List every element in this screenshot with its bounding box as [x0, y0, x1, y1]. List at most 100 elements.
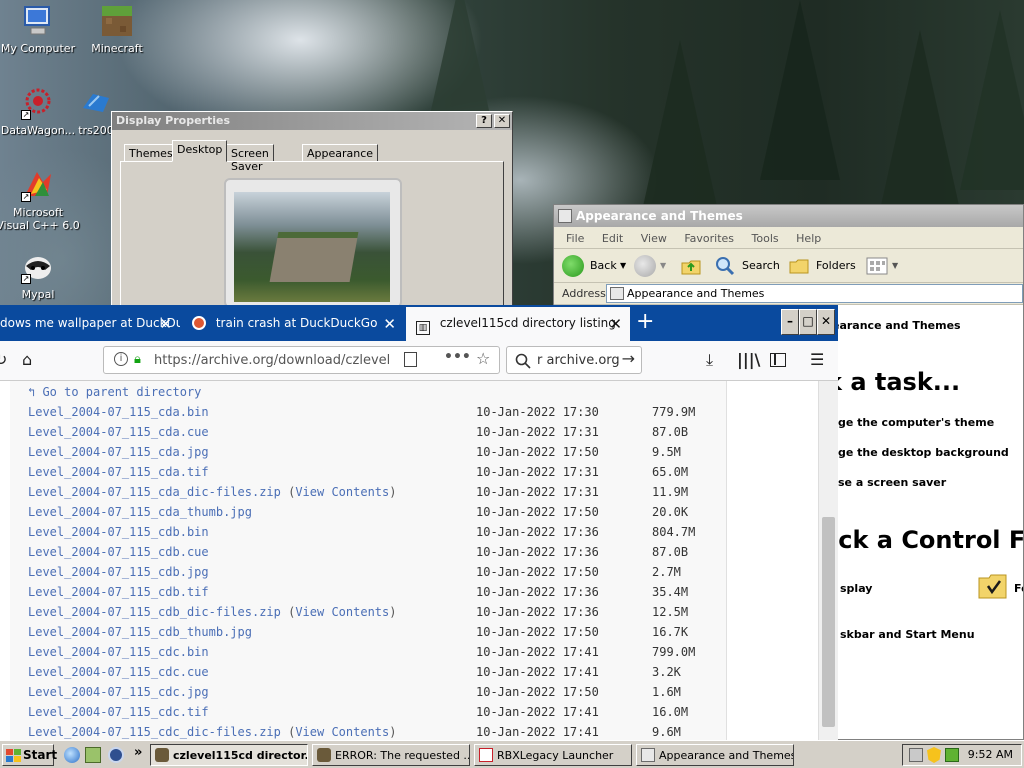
new-tab-button[interactable]: +: [636, 309, 654, 334]
file-link[interactable]: Level_2004-07_115_cdb.jpg: [28, 565, 209, 579]
file-link[interactable]: Level_2004-07_115_cdb.bin: [28, 525, 209, 539]
view-contents-link[interactable]: View Contents: [295, 605, 389, 619]
file-link[interactable]: Level_2004-07_115_cda.bin: [28, 405, 209, 419]
downloads-icon[interactable]: ⤓: [706, 350, 713, 370]
tab-czlevel-directory[interactable]: ▥ czlevel115cd directory listing ✕: [406, 307, 630, 341]
tab-close-icon[interactable]: ✕: [159, 315, 172, 333]
security-shield-icon[interactable]: [927, 747, 941, 763]
file-link[interactable]: Level_2004-07_115_cda.jpg: [28, 445, 209, 459]
file-link[interactable]: Level_2004-07_115_cdc.bin: [28, 645, 209, 659]
search-go-arrow-icon[interactable]: →: [622, 349, 635, 368]
minimize-button[interactable]: –: [781, 309, 799, 335]
reader-view-icon[interactable]: [404, 352, 417, 367]
search-input[interactable]: r archive.org →: [506, 346, 642, 374]
tab-screen-saver[interactable]: Screen Saver: [226, 144, 274, 173]
forward-button[interactable]: ▼: [634, 255, 666, 277]
task-link-background[interactable]: ge the desktop background: [838, 446, 1009, 459]
quicklaunch-more-button[interactable]: »: [134, 745, 142, 760]
cp-item-taskbar[interactable]: skbar and Start Menu: [840, 628, 975, 641]
menu-favorites[interactable]: Favorites: [684, 232, 734, 245]
cp-item-fonts-label[interactable]: Fo: [1014, 582, 1023, 595]
cp-item-fonts[interactable]: [978, 572, 1008, 600]
desktop-icon-mypal[interactable]: ↗ Mypal: [0, 250, 80, 301]
url-bar[interactable]: i 🔒︎ https://archive.org/download/czleve…: [103, 346, 500, 374]
maximize-button[interactable]: □: [799, 309, 817, 335]
file-link[interactable]: Level_2004-07_115_cdb_dic-files.zip: [28, 605, 281, 619]
page-actions-icon[interactable]: •••: [444, 349, 471, 365]
sidebar-toggle-icon[interactable]: [770, 353, 786, 367]
explorer-titlebar[interactable]: Appearance and Themes: [554, 205, 1023, 227]
file-link[interactable]: Level_2004-07_115_cdb_thumb.jpg: [28, 625, 252, 639]
file-link[interactable]: Level_2004-07_115_cda.cue: [28, 425, 209, 439]
file-link[interactable]: Level_2004-07_115_cdb.cue: [28, 545, 209, 559]
bookmark-star-icon[interactable]: ☆: [476, 349, 490, 368]
paren-open: (: [280, 485, 296, 499]
explorer-toolbar: Back ▼ ▼ Search Folders ▼: [554, 249, 1023, 283]
file-link[interactable]: Level_2004-07_115_cda_dic-files.zip: [28, 485, 281, 499]
tab-close-icon[interactable]: ✕: [383, 315, 396, 333]
cp-item-display[interactable]: splay: [840, 582, 872, 595]
file-row: Level_2004-07_115_cdb.tif 10-Jan-2022 17:…: [28, 582, 688, 602]
display-properties-titlebar[interactable]: Display Properties ? ✕: [112, 112, 512, 130]
clock[interactable]: 9:52 AM: [968, 748, 1013, 761]
file-link[interactable]: Level_2004-07_115_cdc.jpg: [28, 685, 209, 699]
show-desktop-icon[interactable]: [85, 747, 101, 763]
file-row: Level_2004-07_115_cda.jpg 10-Jan-2022 17:…: [28, 442, 681, 462]
file-link[interactable]: Level_2004-07_115_cda_thumb.jpg: [28, 505, 252, 519]
desktop-icon-label: Mypal: [21, 288, 55, 301]
file-link[interactable]: Level_2004-07_115_cda.tif: [28, 465, 209, 479]
search-button[interactable]: Search: [714, 255, 780, 277]
views-button[interactable]: ▼: [866, 255, 900, 277]
view-contents-link[interactable]: View Contents: [295, 485, 389, 499]
media-player-icon[interactable]: [108, 747, 124, 763]
close-button[interactable]: ✕: [817, 309, 835, 335]
task-link-screensaver[interactable]: se a screen saver: [838, 476, 946, 489]
task-link-theme[interactable]: ge the computer's theme: [838, 416, 994, 429]
task-rbxlegacy[interactable]: RBXLegacy Launcher: [474, 744, 632, 766]
file-link[interactable]: Level_2004-07_115_cdc.cue: [28, 665, 209, 679]
tab-train-crash[interactable]: train crash at DuckDuckGo ✕: [182, 307, 404, 341]
mypal-icon: ↗: [21, 250, 55, 284]
help-button[interactable]: ?: [476, 114, 492, 128]
file-link[interactable]: Level_2004-07_115_cdc.tif: [28, 705, 209, 719]
tab-desktop[interactable]: Desktop: [172, 140, 228, 162]
scrollbar-thumb[interactable]: [822, 517, 835, 727]
internet-explorer-icon[interactable]: [64, 747, 80, 763]
menu-help[interactable]: Help: [796, 232, 821, 245]
parent-directory-link[interactable]: ↰ Go to parent directory: [28, 382, 201, 402]
desktop-icon-datawagon[interactable]: ↗ DataWagon...: [0, 86, 80, 137]
tab-themes[interactable]: Themes: [124, 144, 178, 162]
start-button[interactable]: Start: [2, 744, 57, 766]
tab-close-icon[interactable]: ✕: [609, 315, 622, 333]
reload-icon[interactable]: ↻: [0, 350, 7, 369]
info-icon[interactable]: i: [114, 352, 128, 366]
file-date: 10-Jan-2022 17:30: [476, 405, 599, 419]
task-appearance-themes[interactable]: Appearance and Themes: [636, 744, 794, 766]
vertical-scrollbar[interactable]: [818, 381, 838, 740]
hamburger-menu-icon[interactable]: ☰: [810, 350, 824, 369]
file-link[interactable]: Level_2004-07_115_cdc_dic-files.zip: [28, 725, 281, 739]
desktop-icon-visual-cpp[interactable]: ↗ Microsoft Visual C++ 6.0: [0, 168, 80, 232]
up-folder-button[interactable]: [680, 255, 702, 277]
task-firefox[interactable]: czlevel115cd director...: [150, 744, 308, 766]
menu-file[interactable]: File: [566, 232, 584, 245]
menu-view[interactable]: View: [641, 232, 667, 245]
close-button[interactable]: ✕: [494, 114, 510, 128]
network-icon[interactable]: [909, 748, 923, 762]
home-icon[interactable]: ⌂: [22, 350, 32, 369]
file-link[interactable]: Level_2004-07_115_cdb.tif: [28, 585, 209, 599]
tab-duckduckgo-wallpaper[interactable]: dows me wallpaper at DuckDuc ✕: [0, 307, 180, 341]
menu-edit[interactable]: Edit: [602, 232, 623, 245]
menu-tools[interactable]: Tools: [752, 232, 779, 245]
library-icon[interactable]: |||\: [737, 350, 760, 369]
folders-button[interactable]: Folders: [788, 255, 856, 277]
desktop-icon-minecraft[interactable]: Minecraft: [75, 4, 159, 55]
desktop-icon-my-computer[interactable]: My Computer: [0, 4, 80, 55]
address-field[interactable]: Appearance and Themes: [606, 284, 1023, 303]
task-error-page[interactable]: ERROR: The requested ...: [312, 744, 470, 766]
tray-app-icon[interactable]: [945, 748, 959, 762]
tab-appearance[interactable]: Appearance: [302, 144, 379, 162]
parent-link-text: Go to parent directory: [42, 385, 202, 399]
back-button[interactable]: Back ▼: [562, 255, 626, 277]
view-contents-link[interactable]: View Contents: [295, 725, 389, 739]
